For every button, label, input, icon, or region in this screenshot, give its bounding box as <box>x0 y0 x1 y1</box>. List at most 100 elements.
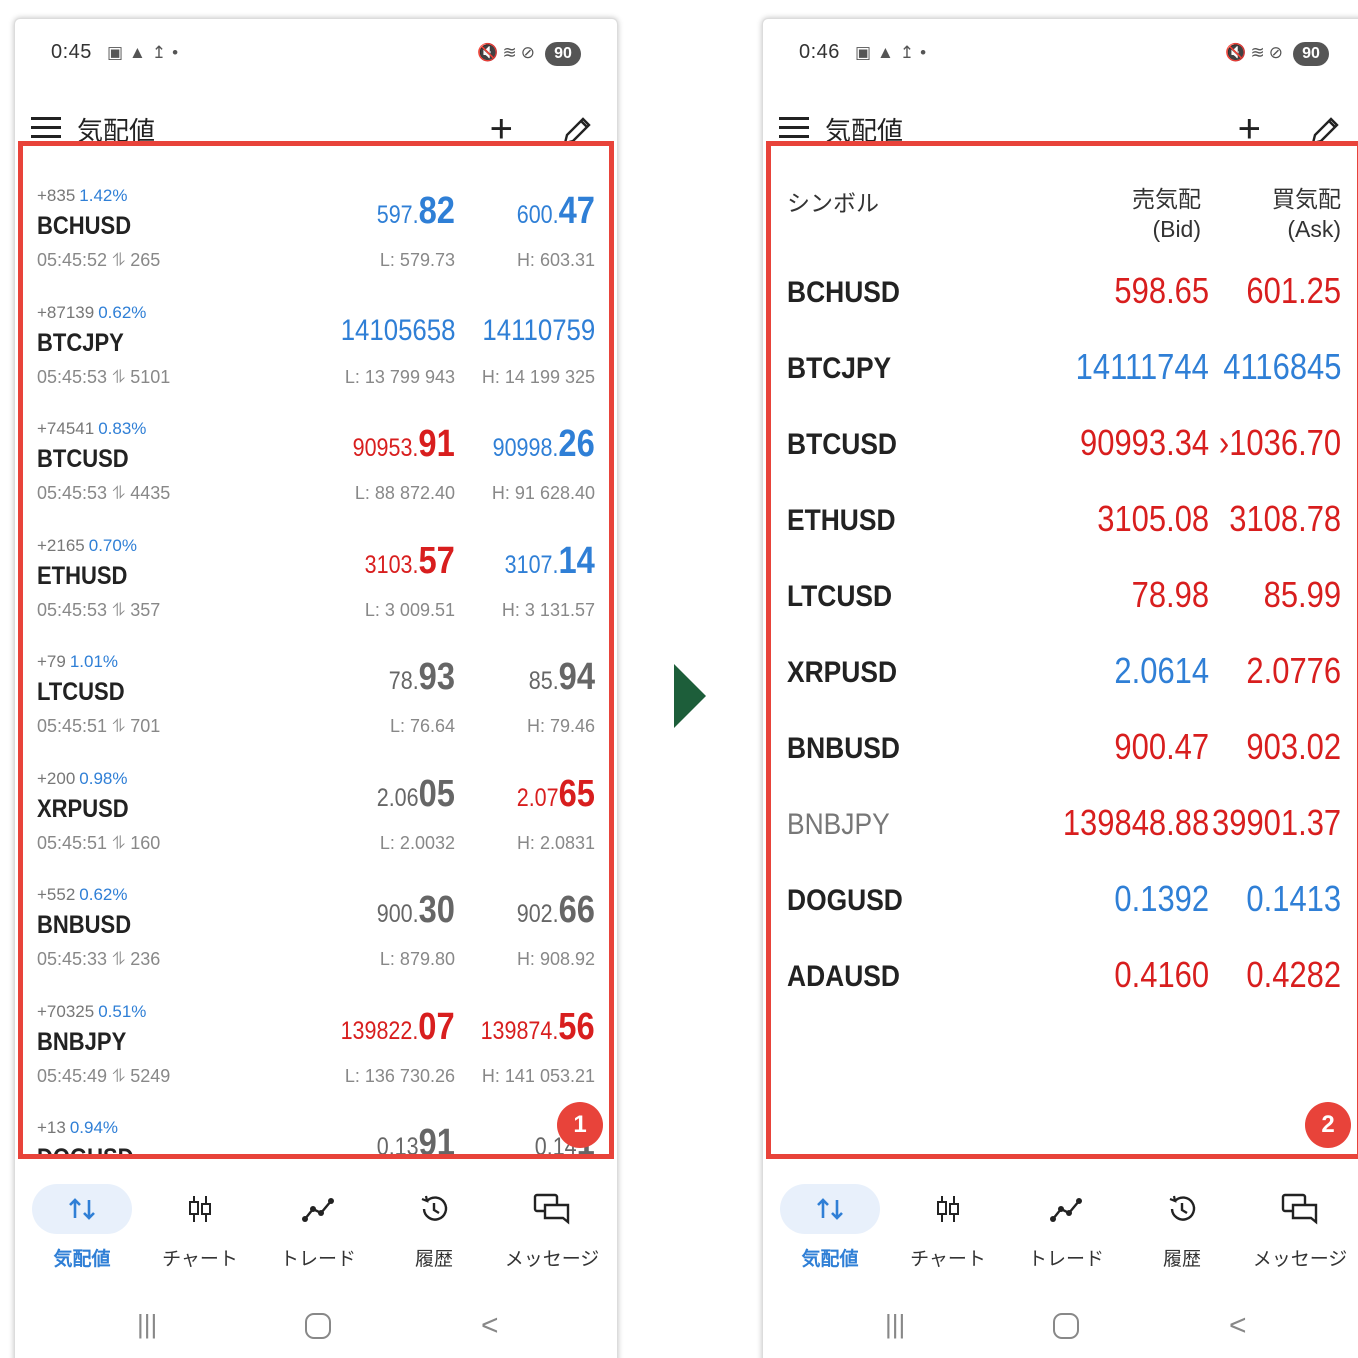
change-percent: 0.51% <box>98 1001 147 1021</box>
quote-table-row[interactable]: BNBJPY 139848.88 39901.37 <box>787 802 1341 852</box>
home-icon[interactable] <box>1053 1313 1079 1339</box>
ask-price[interactable]: 3107.14 <box>490 540 595 583</box>
quote-table-row[interactable]: ADAUSD 0.4160 0.4282 <box>787 954 1341 1004</box>
quote-table-row[interactable]: BCHUSD 598.65 601.25 <box>787 270 1341 320</box>
step-badge: 2 <box>1305 1102 1351 1148</box>
bid-price[interactable]: 139848.88 <box>1039 802 1209 844</box>
bid-price[interactable]: 14105658 <box>322 307 455 350</box>
quote-row[interactable]: +2165 0.70% ETHUSD 05:45:53 ⥮ 357 3103.57 310… <box>37 536 595 652</box>
bid-price[interactable]: 2.0614 <box>1099 650 1209 692</box>
bid-price[interactable]: 598.65 <box>1099 270 1209 312</box>
low-price: L: 879.80 <box>379 949 455 969</box>
bid-price[interactable]: 597.82 <box>364 190 455 233</box>
nav-label: 履歴 <box>1162 1249 1201 1270</box>
nav-trade[interactable]: トレード <box>1011 1184 1121 1271</box>
bid-price[interactable]: 90953.91 <box>336 423 455 466</box>
spread-icon: ⥮ <box>112 716 126 736</box>
low-price: L: 136 730.26 <box>344 1065 455 1086</box>
nav-history[interactable]: 履歴 <box>1127 1184 1237 1271</box>
quote-table-row[interactable]: BNBUSD 900.47 903.02 <box>787 726 1341 776</box>
bid-price[interactable]: 78.93 <box>378 656 455 699</box>
quote-meta: 05:45:49 ⥮ 5249 <box>37 1065 171 1086</box>
ask-price[interactable]: 903.02 <box>1231 726 1341 768</box>
quote-row[interactable]: +87139 0.62% BTCJPY 05:45:53 ⥮ 5101 14105658… <box>37 303 595 419</box>
quote-table-row[interactable]: BTCUSD 90993.34 ›1036.70 <box>787 422 1341 472</box>
ask-price[interactable]: 0.1413 <box>1231 878 1341 920</box>
bid-price[interactable]: 90993.34 <box>1059 422 1209 464</box>
bid-price[interactable]: 78.98 <box>1119 574 1209 616</box>
bid-price[interactable]: 3103.57 <box>350 540 455 583</box>
nav-chart[interactable]: チャート <box>893 1184 1003 1271</box>
ask-price[interactable]: 600.47 <box>504 190 595 233</box>
quote-row[interactable]: +130.94%DOGUSD0.13910.141 <box>37 1118 595 1159</box>
quote-table-row[interactable]: XRPUSD 2.0614 2.0776 <box>787 650 1341 700</box>
nav-trade[interactable]: トレード <box>263 1184 373 1271</box>
menu-icon[interactable] <box>31 117 61 139</box>
status-time: 0:46 <box>799 41 840 63</box>
header-bid: 売気配 (Bid) <box>1132 186 1201 242</box>
bid-price[interactable]: 0.4160 <box>1099 954 1209 996</box>
quote-meta: 05:45:52 ⥮ 265 <box>37 250 161 270</box>
ask-price[interactable]: 85.94 <box>518 656 595 699</box>
ask-price[interactable]: 0.4282 <box>1231 954 1341 996</box>
quote-table-row[interactable]: ETHUSD 3105.08 3108.78 <box>787 498 1341 548</box>
nav-history[interactable]: 履歴 <box>379 1184 489 1271</box>
ask-price[interactable]: 39901.37 <box>1191 802 1341 844</box>
nav-messages[interactable]: メッセージ <box>497 1184 607 1271</box>
menu-icon[interactable] <box>779 117 809 139</box>
quote-row[interactable]: +70325 0.51% BNBJPY 05:45:49 ⥮ 5249 139822.0… <box>37 1002 595 1118</box>
symbol-name: ETHUSD <box>787 504 896 537</box>
recents-icon[interactable]: ||| <box>885 1309 905 1340</box>
bid-price[interactable]: 2.0605 <box>364 773 455 816</box>
ask-price[interactable]: 3108.78 <box>1211 498 1341 540</box>
ask-price[interactable]: 85.99 <box>1251 574 1341 616</box>
bid-price[interactable]: 14111744 <box>1054 346 1209 388</box>
quote-table-row[interactable]: BTCJPY 14111744 4116845 <box>787 346 1341 396</box>
high-price: H: 2.0831 <box>516 832 595 853</box>
quote-table-row[interactable]: DOGUSD 0.1392 0.1413 <box>787 878 1341 928</box>
nav-label: 気配値 <box>801 1249 859 1270</box>
nav-label: 気配値 <box>53 1249 111 1270</box>
ask-price[interactable]: 2.0776 <box>1231 650 1341 692</box>
quote-row[interactable]: +74541 0.83% BTCUSD 05:45:53 ⥮ 4435 90953.91… <box>37 419 595 535</box>
recents-icon[interactable]: ||| <box>137 1309 157 1340</box>
system-nav: ||| < <box>763 1309 1358 1349</box>
back-icon[interactable]: < <box>481 1309 499 1343</box>
symbol-name: BTCUSD <box>37 445 129 473</box>
ask-price[interactable]: ›1036.70 <box>1199 422 1341 464</box>
battery-icon: 90 <box>1293 42 1329 66</box>
nav-quotes[interactable]: 気配値 <box>775 1184 885 1271</box>
symbol-name: DOGUSD <box>37 1144 134 1159</box>
back-icon[interactable]: < <box>1229 1309 1247 1343</box>
quote-row[interactable]: +79 1.01% LTCUSD 05:45:51 ⥮ 701 78.93 85.94 L:… <box>37 652 595 768</box>
bid-price[interactable]: 900.30 <box>364 889 455 932</box>
nav-chart[interactable]: チャート <box>145 1184 255 1271</box>
quote-row[interactable]: +835 1.42% BCHUSD 05:45:52 ⥮ 265 597.82 600.4… <box>37 186 595 302</box>
ask-price[interactable]: 902.66 <box>504 889 595 932</box>
ask-price[interactable]: 601.25 <box>1231 270 1341 312</box>
spread-icon: ⥮ <box>112 366 126 387</box>
ask-price[interactable]: 14110759 <box>464 307 595 350</box>
bottom-nav: 気配値 チャート トレード 履歴 メッセージ <box>15 1184 617 1284</box>
low-price: L: 76.64 <box>389 716 455 736</box>
quote-table-row[interactable]: LTCUSD 78.98 85.99 <box>787 574 1341 624</box>
status-time: 0:45 <box>51 41 92 63</box>
bid-price[interactable]: 139822.07 <box>322 1006 455 1049</box>
bid-price[interactable]: 3105.08 <box>1079 498 1209 540</box>
nav-messages[interactable]: メッセージ <box>1245 1184 1355 1271</box>
ask-price[interactable]: 2.0765 <box>504 773 595 816</box>
quote-row[interactable]: +200 0.98% XRPUSD 05:45:51 ⥮ 160 2.0605 2.076… <box>37 769 595 885</box>
quote-row[interactable]: +552 0.62% BNBUSD 05:45:33 ⥮ 236 900.30 902.6… <box>37 885 595 1001</box>
home-icon[interactable] <box>305 1313 331 1339</box>
notification-icons: ▣▲↥• <box>855 43 933 62</box>
bid-price[interactable]: 0.1392 <box>1099 878 1209 920</box>
symbol-name: BTCJPY <box>787 352 892 385</box>
ask-price[interactable]: 4116845 <box>1204 346 1341 388</box>
nav-quotes[interactable]: 気配値 <box>27 1184 137 1271</box>
ask-price[interactable]: 90998.26 <box>476 423 595 466</box>
nav-label: 履歴 <box>414 1249 453 1270</box>
bid-price[interactable]: 900.47 <box>1099 726 1209 768</box>
status-bar: 0:45 ▣▲↥• 🔇≋⊘ 90 <box>15 39 617 69</box>
bid-price[interactable]: 0.1391 <box>364 1122 455 1154</box>
ask-price[interactable]: 139874.56 <box>462 1006 595 1049</box>
